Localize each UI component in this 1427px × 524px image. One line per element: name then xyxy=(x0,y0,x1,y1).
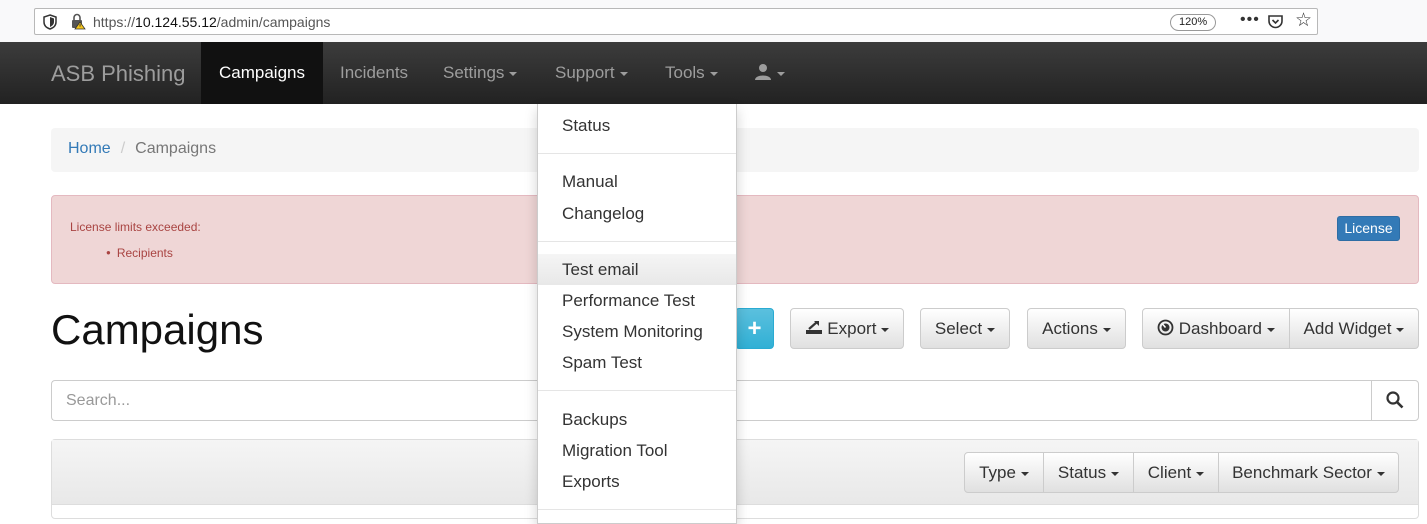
url-prefix: https:// xyxy=(93,14,136,30)
menu-item-exports[interactable]: Exports xyxy=(538,466,736,497)
main-navbar: ASB Phishing Campaigns Incidents Setting… xyxy=(0,42,1427,104)
filter-benchmark-label: Benchmark Sector xyxy=(1232,463,1372,482)
select-button[interactable]: Select xyxy=(920,308,1010,349)
caret-down-icon xyxy=(709,71,718,76)
add-campaign-button[interactable]: + xyxy=(735,308,774,349)
zoom-indicator[interactable]: 120% xyxy=(1170,14,1217,31)
pocket-icon[interactable] xyxy=(1267,13,1284,30)
menu-item-system-monitoring[interactable]: System Monitoring xyxy=(538,316,736,347)
filter-status[interactable]: Status xyxy=(1043,452,1134,493)
export-label: Export xyxy=(827,319,877,338)
url-path: /admin/campaigns xyxy=(216,14,331,30)
export-icon xyxy=(805,321,822,335)
actions-label: Actions xyxy=(1042,319,1098,338)
nav-tools[interactable]: Tools xyxy=(665,42,718,104)
nav-campaigns[interactable]: Campaigns xyxy=(201,42,323,104)
export-button[interactable]: Export xyxy=(790,308,904,349)
select-label: Select xyxy=(934,319,983,338)
caret-down-icon xyxy=(1102,327,1111,332)
url-text[interactable]: https://10.124.55.12/admin/campaigns xyxy=(93,14,330,30)
more-actions-icon[interactable]: ••• xyxy=(1240,11,1260,29)
nav-support-label: Support xyxy=(555,63,615,82)
breadcrumb-current: Campaigns xyxy=(135,140,217,157)
caret-down-icon xyxy=(987,327,996,332)
caret-down-icon xyxy=(1111,471,1120,476)
menu-divider xyxy=(538,390,736,391)
menu-divider xyxy=(538,153,736,154)
page-title: Campaigns xyxy=(51,306,264,353)
caret-down-icon xyxy=(619,71,628,76)
menu-item-migration-tool[interactable]: Migration Tool xyxy=(538,435,736,466)
menu-item-performance-test[interactable]: Performance Test xyxy=(538,285,736,316)
shield-icon[interactable] xyxy=(43,14,57,30)
filter-type[interactable]: Type xyxy=(964,452,1044,493)
caret-down-icon xyxy=(1266,327,1275,332)
menu-item-spam-test[interactable]: Spam Test xyxy=(538,347,736,378)
menu-divider xyxy=(538,241,736,242)
caret-down-icon xyxy=(1196,471,1205,476)
dashboard-button[interactable]: Dashboard xyxy=(1142,308,1290,349)
bookmark-star-icon[interactable]: ☆ xyxy=(1295,11,1312,30)
url-host: 10.124.55.12 xyxy=(135,14,217,30)
caret-down-icon xyxy=(881,327,890,332)
caret-down-icon xyxy=(777,71,785,76)
filter-client-label: Client xyxy=(1147,463,1192,482)
menu-item-backups[interactable]: Backups xyxy=(538,404,736,435)
add-widget-button[interactable]: Add Widget xyxy=(1289,308,1419,349)
insecure-lock-icon[interactable] xyxy=(70,13,86,30)
nav-settings-label: Settings xyxy=(443,63,505,82)
search-icon xyxy=(1386,391,1404,409)
menu-item-changelog[interactable]: Changelog xyxy=(538,198,736,229)
brand-logo[interactable]: ASB Phishing xyxy=(51,61,186,87)
nav-support[interactable]: Support xyxy=(555,42,628,104)
dashboard-icon xyxy=(1157,319,1174,335)
filter-status-label: Status xyxy=(1057,463,1107,482)
nav-tools-label: Tools xyxy=(665,63,705,82)
search-button[interactable] xyxy=(1371,380,1419,421)
nav-incidents[interactable]: Incidents xyxy=(340,42,408,104)
support-dropdown-menu: Status Manual Changelog Test email Perfo… xyxy=(537,104,737,524)
menu-item-manual[interactable]: Manual xyxy=(538,166,736,197)
breadcrumb-separator: / xyxy=(120,140,126,157)
caret-down-icon xyxy=(1396,327,1405,332)
menu-divider xyxy=(538,509,736,510)
dashboard-label: Dashboard xyxy=(1178,319,1262,338)
browser-toolbar: https://10.124.55.12/admin/campaigns 120… xyxy=(0,0,1427,42)
license-button[interactable]: License xyxy=(1337,216,1400,241)
filter-client[interactable]: Client xyxy=(1133,452,1219,493)
caret-down-icon xyxy=(509,71,518,76)
menu-item-test-email[interactable]: Test email xyxy=(538,254,736,285)
nav-user-menu[interactable] xyxy=(754,42,785,104)
add-widget-label: Add Widget xyxy=(1303,319,1392,338)
address-bar[interactable]: https://10.124.55.12/admin/campaigns 120… xyxy=(34,8,1318,35)
alert-message: License limits exceeded: xyxy=(70,220,201,234)
filter-type-label: Type xyxy=(979,463,1016,482)
menu-item-status[interactable]: Status xyxy=(538,110,736,141)
filter-benchmark-sector[interactable]: Benchmark Sector xyxy=(1218,452,1399,493)
caret-down-icon xyxy=(1376,471,1385,476)
user-icon xyxy=(755,63,771,80)
caret-down-icon xyxy=(1020,471,1029,476)
actions-button[interactable]: Actions xyxy=(1027,308,1126,349)
breadcrumb-home[interactable]: Home xyxy=(68,140,111,157)
nav-settings[interactable]: Settings xyxy=(443,42,518,104)
alert-list-item: Recipients xyxy=(106,246,173,260)
